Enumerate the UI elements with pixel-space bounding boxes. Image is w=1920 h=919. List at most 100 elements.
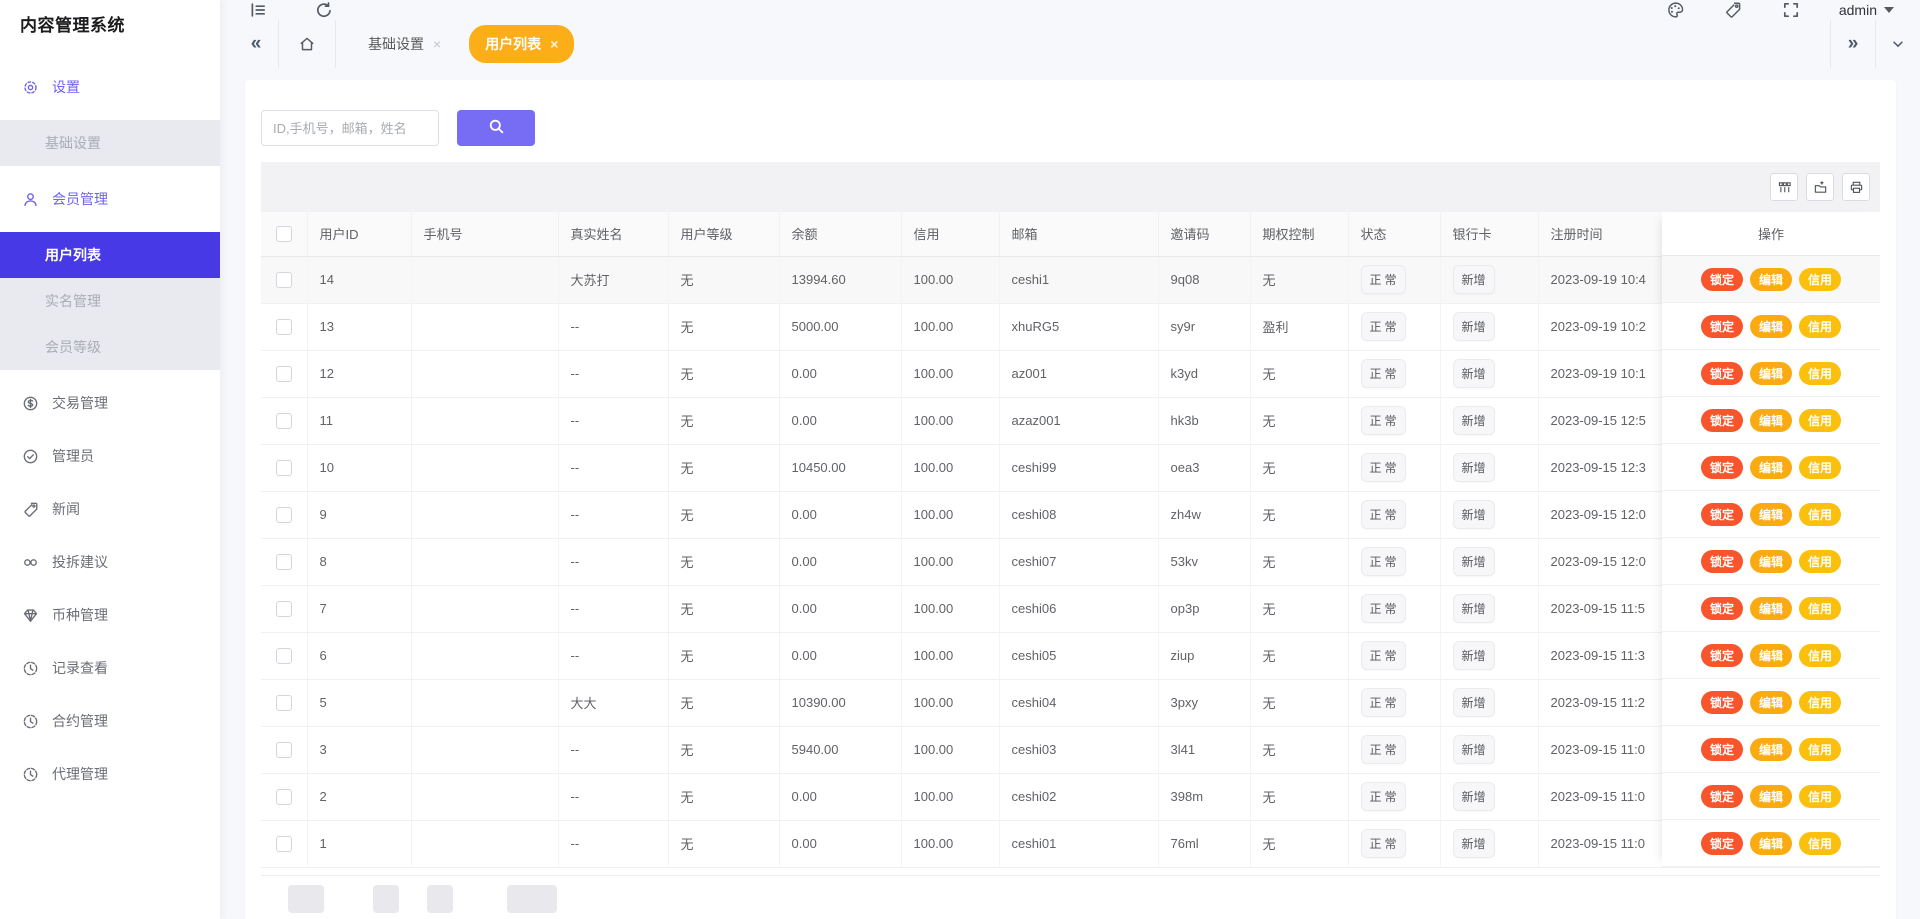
tab-basic-settings[interactable]: 基础设置 × <box>352 25 457 63</box>
edit-button[interactable]: 编辑 <box>1749 361 1792 385</box>
row-checkbox[interactable] <box>275 600 292 617</box>
sidebar-item-user-list[interactable]: 用户列表 <box>0 232 220 278</box>
status-badge[interactable]: 正常 <box>1360 735 1406 764</box>
row-checkbox[interactable] <box>275 694 292 711</box>
bank-card-badge[interactable]: 新增 <box>1452 500 1495 529</box>
lock-button[interactable]: 锁定 <box>1700 455 1743 479</box>
credit-button[interactable]: 信用 <box>1799 408 1842 432</box>
edit-button[interactable]: 编辑 <box>1749 690 1792 714</box>
sidebar-item-member-level[interactable]: 会员等级 <box>0 324 220 370</box>
credit-button[interactable]: 信用 <box>1799 831 1842 855</box>
sidebar-item-contract-management[interactable]: 合约管理 <box>0 701 220 741</box>
edit-button[interactable]: 编辑 <box>1749 643 1792 667</box>
status-badge[interactable]: 正常 <box>1360 782 1406 811</box>
pagination-button[interactable] <box>373 884 399 913</box>
print-button[interactable] <box>1842 173 1870 201</box>
sidebar-item-settings[interactable]: 设置 <box>0 67 220 107</box>
status-badge[interactable]: 正常 <box>1360 453 1406 482</box>
select-all-checkbox[interactable] <box>275 226 292 243</box>
edit-button[interactable]: 编辑 <box>1749 408 1792 432</box>
pagination-button[interactable] <box>507 884 557 913</box>
admin-menu[interactable]: admin <box>1839 2 1894 18</box>
columns-settings-button[interactable] <box>1770 173 1798 201</box>
status-badge[interactable]: 正常 <box>1360 641 1406 670</box>
sidebar-item-administrator[interactable]: 管理员 <box>0 436 220 476</box>
credit-button[interactable]: 信用 <box>1799 643 1842 667</box>
edit-button[interactable]: 编辑 <box>1749 831 1792 855</box>
search-input[interactable] <box>261 110 439 146</box>
lock-button[interactable]: 锁定 <box>1700 267 1743 291</box>
tab-user-list[interactable]: 用户列表 × <box>469 25 575 63</box>
bank-card-badge[interactable]: 新增 <box>1452 829 1495 858</box>
pagination-button[interactable] <box>288 884 324 913</box>
edit-button[interactable]: 编辑 <box>1749 502 1792 526</box>
sidebar-item-basic-settings[interactable]: 基础设置 <box>0 120 220 166</box>
credit-button[interactable]: 信用 <box>1799 361 1842 385</box>
credit-button[interactable]: 信用 <box>1799 690 1842 714</box>
status-badge[interactable]: 正常 <box>1360 594 1406 623</box>
status-badge[interactable]: 正常 <box>1360 829 1406 858</box>
row-checkbox[interactable] <box>275 412 292 429</box>
edit-button[interactable]: 编辑 <box>1749 784 1792 808</box>
status-badge[interactable]: 正常 <box>1360 406 1406 435</box>
row-checkbox[interactable] <box>275 788 292 805</box>
lock-button[interactable]: 锁定 <box>1700 502 1743 526</box>
sidebar-item-currency-management[interactable]: 币种管理 <box>0 595 220 635</box>
credit-button[interactable]: 信用 <box>1799 737 1842 761</box>
sidebar-item-agent-management[interactable]: 代理管理 <box>0 754 220 794</box>
edit-button[interactable]: 编辑 <box>1749 549 1792 573</box>
home-icon[interactable] <box>279 20 335 68</box>
lock-button[interactable]: 锁定 <box>1700 596 1743 620</box>
export-button[interactable] <box>1806 173 1834 201</box>
refresh-icon[interactable] <box>314 0 334 20</box>
status-badge[interactable]: 正常 <box>1360 547 1406 576</box>
sidebar-item-member-management[interactable]: 会员管理 <box>0 179 220 219</box>
bank-card-badge[interactable]: 新增 <box>1452 641 1495 670</box>
pagination-button[interactable] <box>427 884 453 913</box>
palette-icon[interactable] <box>1665 0 1685 20</box>
tabs-menu-button[interactable] <box>1876 20 1920 68</box>
edit-button[interactable]: 编辑 <box>1749 737 1792 761</box>
close-icon[interactable]: × <box>433 36 441 52</box>
row-checkbox[interactable] <box>275 553 292 570</box>
lock-button[interactable]: 锁定 <box>1700 314 1743 338</box>
row-checkbox[interactable] <box>275 647 292 664</box>
lock-button[interactable]: 锁定 <box>1700 831 1743 855</box>
row-checkbox[interactable] <box>275 506 292 523</box>
credit-button[interactable]: 信用 <box>1799 596 1842 620</box>
status-badge[interactable]: 正常 <box>1360 359 1406 388</box>
close-icon[interactable]: × <box>550 36 558 52</box>
lock-button[interactable]: 锁定 <box>1700 361 1743 385</box>
sidebar-item-trade-management[interactable]: 交易管理 <box>0 383 220 423</box>
bank-card-badge[interactable]: 新增 <box>1452 547 1495 576</box>
lock-button[interactable]: 锁定 <box>1700 549 1743 573</box>
lock-button[interactable]: 锁定 <box>1700 643 1743 667</box>
bank-card-badge[interactable]: 新增 <box>1452 406 1495 435</box>
tabs-scroll-left-button[interactable]: « <box>234 20 278 68</box>
fullscreen-icon[interactable] <box>1781 0 1801 20</box>
credit-button[interactable]: 信用 <box>1799 502 1842 526</box>
sidebar-item-realname-management[interactable]: 实名管理 <box>0 278 220 324</box>
bank-card-badge[interactable]: 新增 <box>1452 312 1495 341</box>
edit-button[interactable]: 编辑 <box>1749 596 1792 620</box>
bank-card-badge[interactable]: 新增 <box>1452 688 1495 717</box>
credit-button[interactable]: 信用 <box>1799 455 1842 479</box>
bank-card-badge[interactable]: 新增 <box>1452 265 1495 294</box>
status-badge[interactable]: 正常 <box>1360 312 1406 341</box>
bank-card-badge[interactable]: 新增 <box>1452 594 1495 623</box>
row-checkbox[interactable] <box>275 271 292 288</box>
lock-button[interactable]: 锁定 <box>1700 690 1743 714</box>
tag-icon[interactable] <box>1723 0 1743 20</box>
lock-button[interactable]: 锁定 <box>1700 784 1743 808</box>
search-button[interactable] <box>457 110 535 146</box>
status-badge[interactable]: 正常 <box>1360 688 1406 717</box>
row-checkbox[interactable] <box>275 835 292 852</box>
status-badge[interactable]: 正常 <box>1360 500 1406 529</box>
lock-button[interactable]: 锁定 <box>1700 737 1743 761</box>
sidebar-item-record-view[interactable]: 记录查看 <box>0 648 220 688</box>
status-badge[interactable]: 正常 <box>1360 265 1406 294</box>
tabs-scroll-right-button[interactable]: » <box>1831 20 1875 68</box>
row-checkbox[interactable] <box>275 318 292 335</box>
credit-button[interactable]: 信用 <box>1799 267 1842 291</box>
bank-card-badge[interactable]: 新增 <box>1452 782 1495 811</box>
